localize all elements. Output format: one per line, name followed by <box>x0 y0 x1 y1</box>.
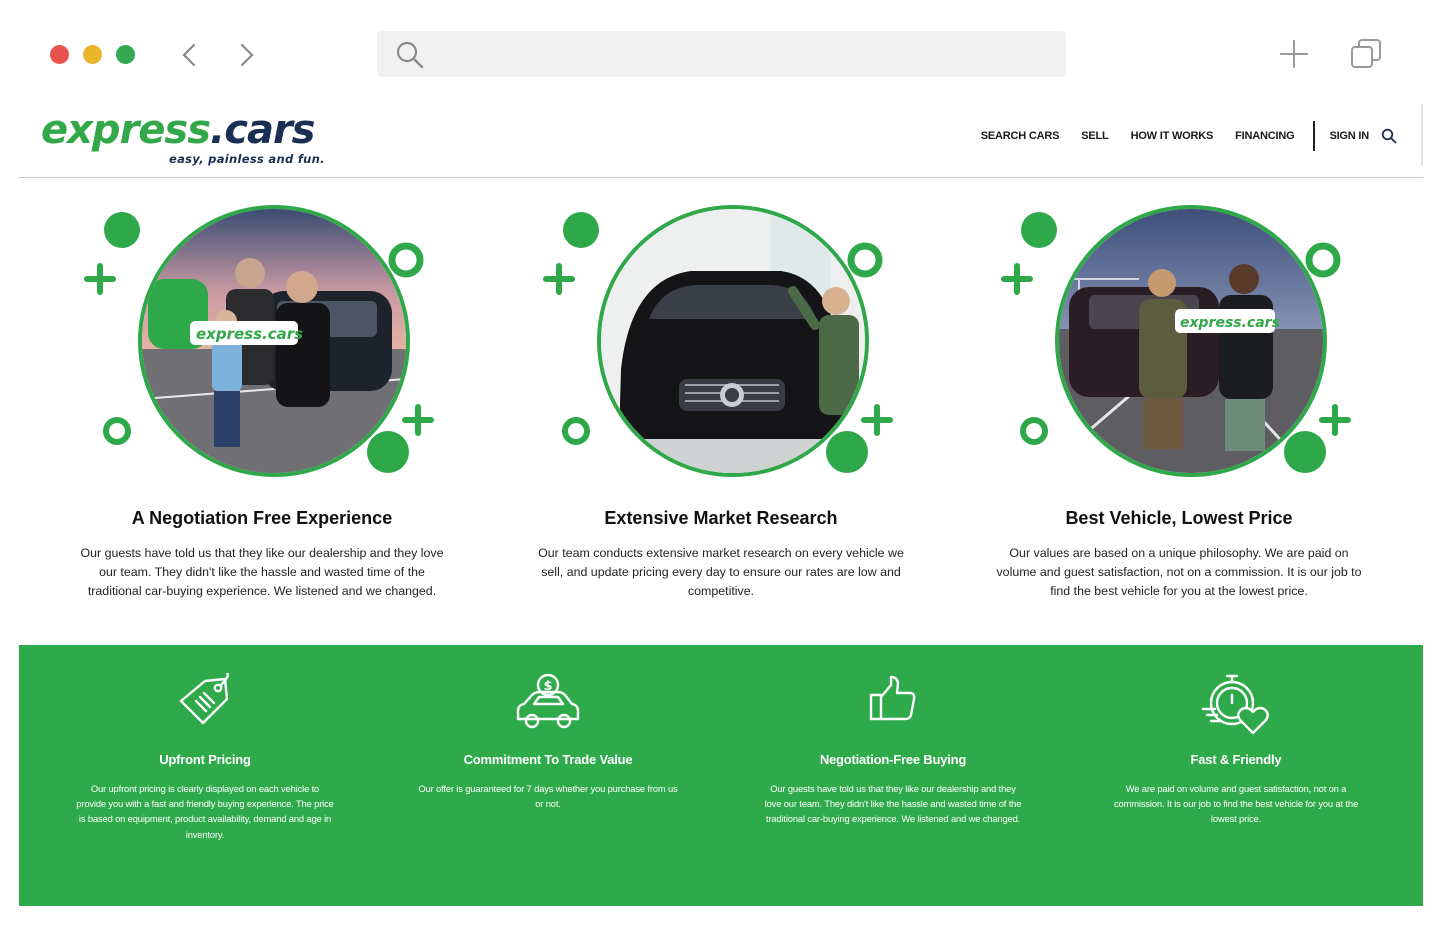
benefit-title: Upfront Pricing <box>159 752 251 767</box>
browser-window: express.cars easy, painless and fun. SEA… <box>19 12 1423 942</box>
search-icon <box>396 41 424 69</box>
logo-cars-text: .cars <box>210 107 315 153</box>
logo-express-text: express <box>41 107 211 153</box>
nav-sell[interactable]: SELL <box>1081 130 1109 142</box>
benefit-description: Our guests have told us that they like o… <box>764 783 1022 825</box>
close-window-dot[interactable] <box>50 45 69 64</box>
benefits-band: Upfront Pricing Our upfront pricing is c… <box>19 645 1423 906</box>
benefit-title: Commitment To Trade Value <box>463 752 633 767</box>
feature-title: A Negotiation Free Experience <box>131 508 393 528</box>
nav-financing[interactable]: FINANCING <box>1235 130 1295 142</box>
svg-text:$: $ <box>543 679 552 694</box>
feature-card-negotiation-free: express.cars A Negotiation Free Experien… <box>42 190 482 630</box>
nav-divider <box>1313 121 1316 151</box>
benefit-title: Fast & Friendly <box>1190 752 1282 767</box>
nav-search-cars[interactable]: SEARCH CARS <box>981 130 1060 142</box>
benefit-title: Negotiation-Free Buying <box>819 752 967 767</box>
feature-description: Our team conducts extensive market resea… <box>538 546 904 598</box>
minimize-window-dot[interactable] <box>83 45 102 64</box>
nav-how-it-works[interactable]: HOW IT WORKS <box>1131 130 1214 142</box>
benefit-description: Our upfront pricing is clearly displayed… <box>76 783 334 840</box>
back-arrow-icon[interactable] <box>177 42 203 68</box>
maximize-window-dot[interactable] <box>116 45 135 64</box>
feature-card-best-vehicle: express.cars Best Vehicle, Lowest Price … <box>959 190 1399 630</box>
header-edge-line <box>1421 104 1423 166</box>
price-tag-icon <box>179 673 229 725</box>
feature-description: Our values are based on a unique philoso… <box>996 546 1362 598</box>
main-navigation: SEARCH CARS SELL HOW IT WORKS FINANCING … <box>981 121 1397 151</box>
vehicle-photo <box>597 205 869 477</box>
feature-card-market-research: Extensive Market Research Our team condu… <box>501 190 941 630</box>
new-tab-icon[interactable] <box>1278 38 1310 70</box>
logo-tagline: easy, painless and fun. <box>169 152 325 166</box>
feature-description: Our guests have told us that they like o… <box>80 546 444 598</box>
thumbs-up-icon <box>869 675 916 721</box>
feature-title: Extensive Market Research <box>604 508 838 528</box>
sign-in-link[interactable]: SIGN IN <box>1329 130 1369 142</box>
express-cars-logo[interactable]: express.cars easy, painless and fun. <box>41 107 324 166</box>
svg-text:express.cars: express.cars <box>196 325 303 343</box>
svg-text:express.cars: express.cars <box>1180 315 1280 331</box>
benefit-description: Our offer is guaranteed for 7 days wheth… <box>418 783 678 810</box>
stopwatch-heart-icon <box>1201 674 1269 735</box>
benefit-description: We are paid on volume and guest satisfac… <box>1113 783 1359 825</box>
customer-photo: express.cars <box>1055 205 1327 477</box>
site-search-icon[interactable] <box>1381 128 1397 144</box>
customer-photo: express.cars <box>138 205 410 477</box>
forward-arrow-icon[interactable] <box>233 42 259 68</box>
site-header: express.cars easy, painless and fun. SEA… <box>19 102 1423 178</box>
car-dollar-icon: $ <box>516 673 580 729</box>
feature-title: Best Vehicle, Lowest Price <box>1065 508 1293 528</box>
address-bar-input[interactable] <box>377 31 1066 77</box>
tabs-overview-icon[interactable] <box>1350 38 1382 70</box>
